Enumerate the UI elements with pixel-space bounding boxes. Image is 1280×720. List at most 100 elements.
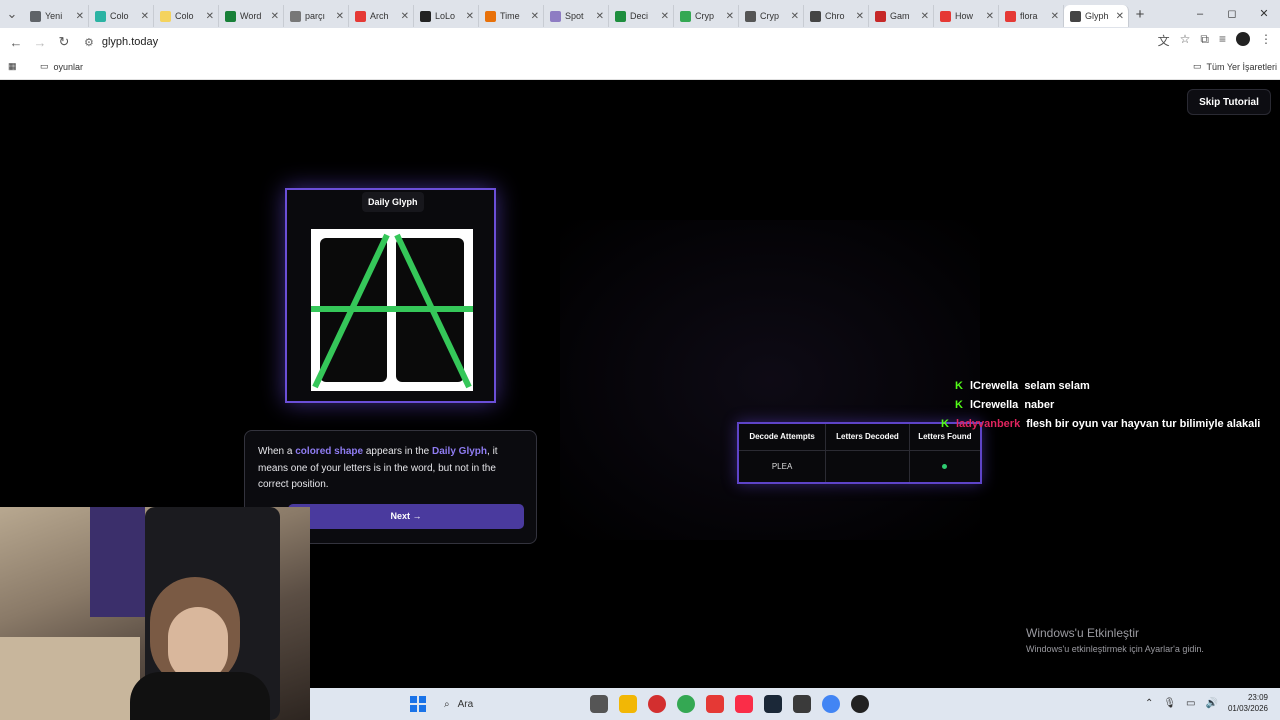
- browser-tab[interactable]: Glyph ✕: [1064, 5, 1129, 27]
- bookmark-folder-oyunlar[interactable]: ▭ oyunlar: [40, 61, 83, 72]
- highlight-colored-shape: colored shape: [295, 446, 364, 457]
- back-icon[interactable]: ←: [4, 35, 28, 50]
- browser-tab[interactable]: Spot ✕: [544, 5, 609, 27]
- app-red-icon[interactable]: [648, 695, 666, 713]
- music-app-icon[interactable]: [735, 695, 753, 713]
- chrome-active-icon[interactable]: [822, 695, 840, 713]
- browser-tab[interactable]: Arch ✕: [349, 5, 414, 27]
- tab-close-icon[interactable]: ✕: [791, 11, 799, 22]
- browser-tab[interactable]: flora ✕: [999, 5, 1064, 27]
- media-icon[interactable]: ≡: [1219, 32, 1226, 49]
- browser-tab[interactable]: Deci ✕: [609, 5, 674, 27]
- chrome-icon[interactable]: [677, 695, 695, 713]
- clock-date: 01/03/2026: [1227, 704, 1268, 713]
- network-icon[interactable]: ▭: [1186, 698, 1195, 709]
- browser-tab[interactable]: Cryp ✕: [739, 5, 804, 27]
- tab-search-icon[interactable]: ⌄: [0, 6, 24, 22]
- menu-icon[interactable]: ⋮: [1260, 32, 1272, 49]
- letters-decoded-cell: [825, 450, 910, 482]
- browser-tab[interactable]: parçı ✕: [284, 5, 349, 27]
- tab-close-icon[interactable]: ✕: [921, 11, 929, 22]
- chat-username: lCrewella: [970, 398, 1019, 411]
- bookmark-star-icon[interactable]: ☆: [1180, 32, 1191, 49]
- apps-icon[interactable]: ▦: [8, 61, 17, 72]
- tab-close-icon[interactable]: ✕: [531, 11, 539, 22]
- next-button[interactable]: Next →: [288, 504, 524, 529]
- glyph-canvas: [311, 229, 473, 391]
- tray-chevron-icon[interactable]: ⌃: [1145, 698, 1153, 709]
- skip-tutorial-button[interactable]: Skip Tutorial: [1187, 89, 1271, 115]
- tab-label: flora: [1020, 11, 1038, 21]
- browser-tab[interactable]: Gam ✕: [869, 5, 934, 27]
- tab-favicon-icon: [160, 10, 171, 22]
- tab-favicon-icon: [810, 10, 821, 22]
- tab-favicon-icon: [680, 10, 691, 22]
- chat-message: KlCrewella selam selam: [954, 376, 1275, 395]
- tab-close-icon[interactable]: ✕: [466, 11, 474, 22]
- tab-close-icon[interactable]: ✕: [1051, 11, 1059, 22]
- tab-close-icon[interactable]: ✕: [986, 11, 994, 22]
- bookmark-label: oyunlar: [53, 61, 84, 72]
- highlight-daily-glyph: Daily Glyph: [432, 446, 488, 457]
- browser-tab[interactable]: Colo ✕: [154, 5, 219, 27]
- chat-username: ladyvanberk: [956, 417, 1021, 430]
- window-controls: – ◻ ✕: [1184, 0, 1280, 28]
- reload-icon[interactable]: ↻: [52, 34, 76, 50]
- tab-close-icon[interactable]: ✕: [1116, 11, 1124, 22]
- clock[interactable]: 23:09 01/03/2026: [1228, 692, 1268, 714]
- browser-tab[interactable]: How ✕: [934, 5, 999, 27]
- maximize-button[interactable]: ◻: [1216, 0, 1248, 28]
- obs-icon[interactable]: [851, 695, 869, 713]
- all-bookmarks-button[interactable]: ▭ Tüm Yer İşaretleri: [1193, 61, 1277, 72]
- browser-tab[interactable]: Word ✕: [219, 5, 284, 27]
- new-tab-button[interactable]: +: [1129, 6, 1151, 23]
- microphone-icon[interactable]: 🎙: [1163, 698, 1176, 709]
- translate-icon[interactable]: 文: [1158, 32, 1170, 49]
- letters-found-cell: [909, 450, 980, 482]
- close-window-button[interactable]: ✕: [1248, 0, 1280, 28]
- tab-label: parçı: [305, 11, 326, 21]
- tab-close-icon[interactable]: ✕: [856, 11, 864, 22]
- tab-close-icon[interactable]: ✕: [726, 11, 734, 22]
- extensions-icon[interactable]: ⧉: [1200, 32, 1209, 49]
- browser-tab[interactable]: Time ✕: [479, 5, 544, 27]
- system-tray: ⌃ 🎙 ▭ 🔊 23:09 01/03/2026: [1145, 692, 1268, 714]
- tab-close-icon[interactable]: ✕: [661, 11, 669, 22]
- tab-close-icon[interactable]: ✕: [271, 11, 279, 22]
- steam-icon[interactable]: [764, 695, 782, 713]
- tab-close-icon[interactable]: ✕: [76, 11, 84, 22]
- tab-label: Cryp: [695, 11, 715, 21]
- tab-favicon-icon: [355, 10, 366, 22]
- tab-close-icon[interactable]: ✕: [401, 11, 409, 22]
- minimize-button[interactable]: –: [1184, 0, 1216, 28]
- browser-tab[interactable]: Chro ✕: [804, 5, 869, 27]
- site-info-icon[interactable]: ⚙: [84, 36, 94, 49]
- forward-icon[interactable]: →: [28, 35, 52, 50]
- chat-overlay: KlCrewella selam selam KlCrewella naber Klad…: [940, 376, 1275, 433]
- tab-label: Glyph: [1085, 11, 1109, 21]
- browser-tab[interactable]: Yeni ✕: [24, 5, 89, 27]
- task-view-icon[interactable]: [590, 695, 608, 713]
- tab-strip: Yeni ✕ Colo ✕ Colo ✕ Word ✕ parçı ✕ Arch ✕ LoLo ✕ Time…: [24, 1, 1129, 27]
- tab-close-icon[interactable]: ✕: [596, 11, 604, 22]
- volume-icon[interactable]: 🔊: [1206, 698, 1218, 709]
- webcam-face: [168, 607, 228, 682]
- chat-message: Kladyvanberk flesh bir oyun var hayvan tu…: [940, 414, 1275, 433]
- kick-icon: K: [955, 379, 963, 392]
- webcam-body: [130, 672, 270, 720]
- address-bar[interactable]: ⚙ glyph.today: [84, 32, 1136, 52]
- tab-close-icon[interactable]: ✕: [336, 11, 344, 22]
- profile-avatar[interactable]: [1236, 32, 1250, 46]
- lightning-app-icon[interactable]: [706, 695, 724, 713]
- file-explorer-icon[interactable]: [619, 695, 637, 713]
- taskbar-search[interactable]: ⌕ Ara: [440, 693, 580, 715]
- browser-tab[interactable]: Colo ✕: [89, 5, 154, 27]
- browser-tab[interactable]: Cryp ✕: [674, 5, 739, 27]
- tab-close-icon[interactable]: ✕: [141, 11, 149, 22]
- game-app-icon[interactable]: [793, 695, 811, 713]
- tab-close-icon[interactable]: ✕: [206, 11, 214, 22]
- activation-subtitle: Windows'u etkinleştirmek için Ayarlar'a …: [1026, 644, 1204, 654]
- start-button[interactable]: [410, 696, 426, 712]
- browser-tab[interactable]: LoLo ✕: [414, 5, 479, 27]
- tab-label: How: [955, 11, 974, 21]
